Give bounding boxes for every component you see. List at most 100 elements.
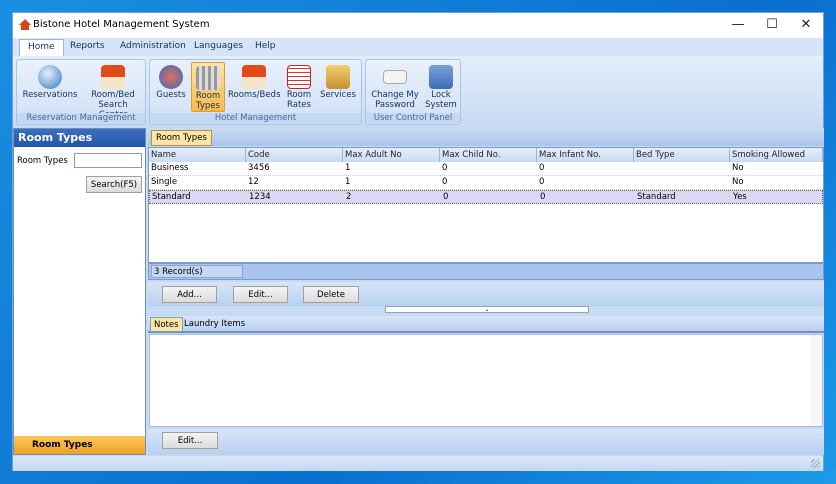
- tab-reports[interactable]: Reports: [70, 41, 105, 51]
- lock-system-button[interactable]: Lock System: [424, 62, 458, 112]
- room-types-grid: Name Code Max Adult No Max Child No. Max…: [148, 147, 824, 263]
- guests-button[interactable]: Guests: [154, 62, 188, 112]
- search-button[interactable]: Search(F5): [86, 176, 142, 193]
- reservations-label: Reservations: [22, 90, 78, 100]
- grid-button-bar: Add... Edit... Delete: [148, 282, 824, 306]
- cell-max-adult: 2: [346, 192, 352, 202]
- table-row[interactable]: Standard 1234 2 0 0 Standard Yes: [149, 190, 823, 204]
- app-window: Bistone Hotel Management System — ☐ ✕ Ho…: [12, 12, 824, 471]
- guests-label: Guests: [156, 90, 186, 100]
- cell-name: Business: [151, 163, 189, 173]
- cell-smoking-allowed: Yes: [733, 192, 747, 202]
- column-header-max-adult[interactable]: Max Adult No: [343, 148, 440, 162]
- column-header-smoking-allowed[interactable]: Smoking Allowed: [730, 148, 823, 162]
- lock-system-label: Lock System: [425, 90, 457, 110]
- group-label: Hotel Management: [150, 113, 361, 123]
- record-count-bar: 3 Record(s): [148, 263, 824, 280]
- title-bar: Bistone Hotel Management System — ☐ ✕: [13, 13, 823, 38]
- room-types-button[interactable]: Room Types: [191, 62, 225, 112]
- lock-icon: [429, 65, 453, 89]
- cell-max-adult: 1: [345, 177, 351, 187]
- group-reservation-management: Reservations Room/Bed Search Center Rese…: [16, 59, 146, 125]
- services-button[interactable]: Services: [318, 62, 358, 112]
- users-icon: [159, 65, 183, 89]
- cell-max-adult: 1: [345, 163, 351, 173]
- cell-name: Standard: [152, 192, 191, 202]
- notes-button-bar: Edit...: [148, 429, 824, 455]
- notes-scrollbar[interactable]: [810, 335, 822, 426]
- column-header-max-infant[interactable]: Max Infant No.: [537, 148, 634, 162]
- group-label: Reservation Management: [17, 113, 145, 123]
- resize-grip-icon[interactable]: [811, 459, 820, 468]
- tab-help[interactable]: Help: [255, 41, 276, 51]
- left-panel: Room Types Room Types Search(F5) Room Ty…: [13, 128, 146, 455]
- cell-max-infant: 0: [539, 177, 545, 187]
- services-label: Services: [320, 90, 356, 100]
- notes-edit-button[interactable]: Edit...: [162, 432, 218, 449]
- room-rates-button[interactable]: Room Rates: [283, 62, 315, 112]
- ribbon: Reservations Room/Bed Search Center Rese…: [13, 56, 823, 125]
- cell-name: Single: [151, 177, 178, 187]
- cell-max-child: 0: [442, 163, 448, 173]
- ribbon-tabs: Home Reports Administration Languages He…: [13, 38, 823, 56]
- notes-textarea[interactable]: [149, 334, 823, 427]
- column-header-code[interactable]: Code: [246, 148, 343, 162]
- group-user-control-panel: Change My Password Lock System User Cont…: [365, 59, 461, 125]
- house-search-icon: [101, 65, 125, 89]
- reservations-button[interactable]: Reservations: [21, 62, 79, 112]
- calendar-icon: [287, 65, 311, 89]
- minimize-button[interactable]: —: [723, 17, 753, 35]
- change-password-label: Change My Password: [371, 90, 419, 110]
- house-icon: [242, 65, 266, 89]
- room-types-label: Room Types: [195, 91, 221, 111]
- room-types-search-input[interactable]: [74, 153, 142, 168]
- add-button[interactable]: Add...: [162, 286, 217, 303]
- box-icon: [326, 65, 350, 89]
- tab-notes[interactable]: Notes: [150, 317, 183, 332]
- tab-room-types[interactable]: Room Types: [151, 130, 212, 146]
- password-field-icon: [383, 70, 407, 84]
- cell-max-child: 0: [443, 192, 449, 202]
- close-button[interactable]: ✕: [791, 17, 821, 35]
- cell-bed-type: Standard: [637, 192, 676, 202]
- cell-smoking-allowed: No: [732, 163, 744, 173]
- cell-code: 3456: [248, 163, 270, 173]
- delete-button[interactable]: Delete: [303, 286, 359, 303]
- column-header-bed-type[interactable]: Bed Type: [634, 148, 730, 162]
- room-rates-label: Room Rates: [286, 90, 312, 110]
- cell-code: 1234: [249, 192, 271, 202]
- tab-home[interactable]: Home: [19, 39, 64, 56]
- cell-bed-type: [634, 175, 730, 189]
- group-label: User Control Panel: [366, 113, 460, 123]
- record-count: 3 Record(s): [151, 265, 243, 278]
- cell-max-infant: 0: [540, 192, 546, 202]
- building-icon: [196, 66, 220, 90]
- left-panel-footer-room-types[interactable]: Room Types: [14, 436, 145, 454]
- column-header-name[interactable]: Name: [149, 148, 246, 162]
- rooms-beds-button[interactable]: Rooms/Beds: [228, 62, 280, 112]
- rooms-beds-label: Rooms/Beds: [228, 90, 281, 100]
- tab-languages[interactable]: Languages: [194, 41, 243, 51]
- left-panel-title: Room Types: [14, 129, 145, 147]
- cell-max-child: 0: [442, 177, 448, 187]
- maximize-button[interactable]: ☐: [757, 17, 787, 35]
- column-header-max-child[interactable]: Max Child No.: [440, 148, 537, 162]
- window-title: Bistone Hotel Management System: [33, 19, 210, 30]
- change-password-button[interactable]: Change My Password: [369, 62, 421, 112]
- cell-bed-type: [634, 161, 730, 175]
- table-row[interactable]: Single 12 1 0 0 No: [149, 176, 823, 190]
- splitter-collapse-chevron-icon[interactable]: ⌄: [385, 306, 589, 313]
- cell-code: 12: [248, 177, 259, 187]
- room-types-field-label: Room Types: [17, 156, 68, 166]
- edit-button[interactable]: Edit...: [233, 286, 288, 303]
- room-bed-search-center-button[interactable]: Room/Bed Search Center: [83, 62, 143, 120]
- cell-smoking-allowed: No: [732, 177, 744, 187]
- status-bar: [13, 456, 823, 471]
- main-tab-strip: Room Types: [148, 128, 824, 146]
- tab-administration[interactable]: Administration: [120, 41, 186, 51]
- globe-icon: [38, 65, 62, 89]
- tab-laundry-items[interactable]: Laundry Items: [184, 319, 245, 329]
- table-row[interactable]: Business 3456 1 0 0 No: [149, 162, 823, 176]
- cell-max-infant: 0: [539, 163, 545, 173]
- detail-tab-strip: Notes Laundry Items: [148, 316, 824, 333]
